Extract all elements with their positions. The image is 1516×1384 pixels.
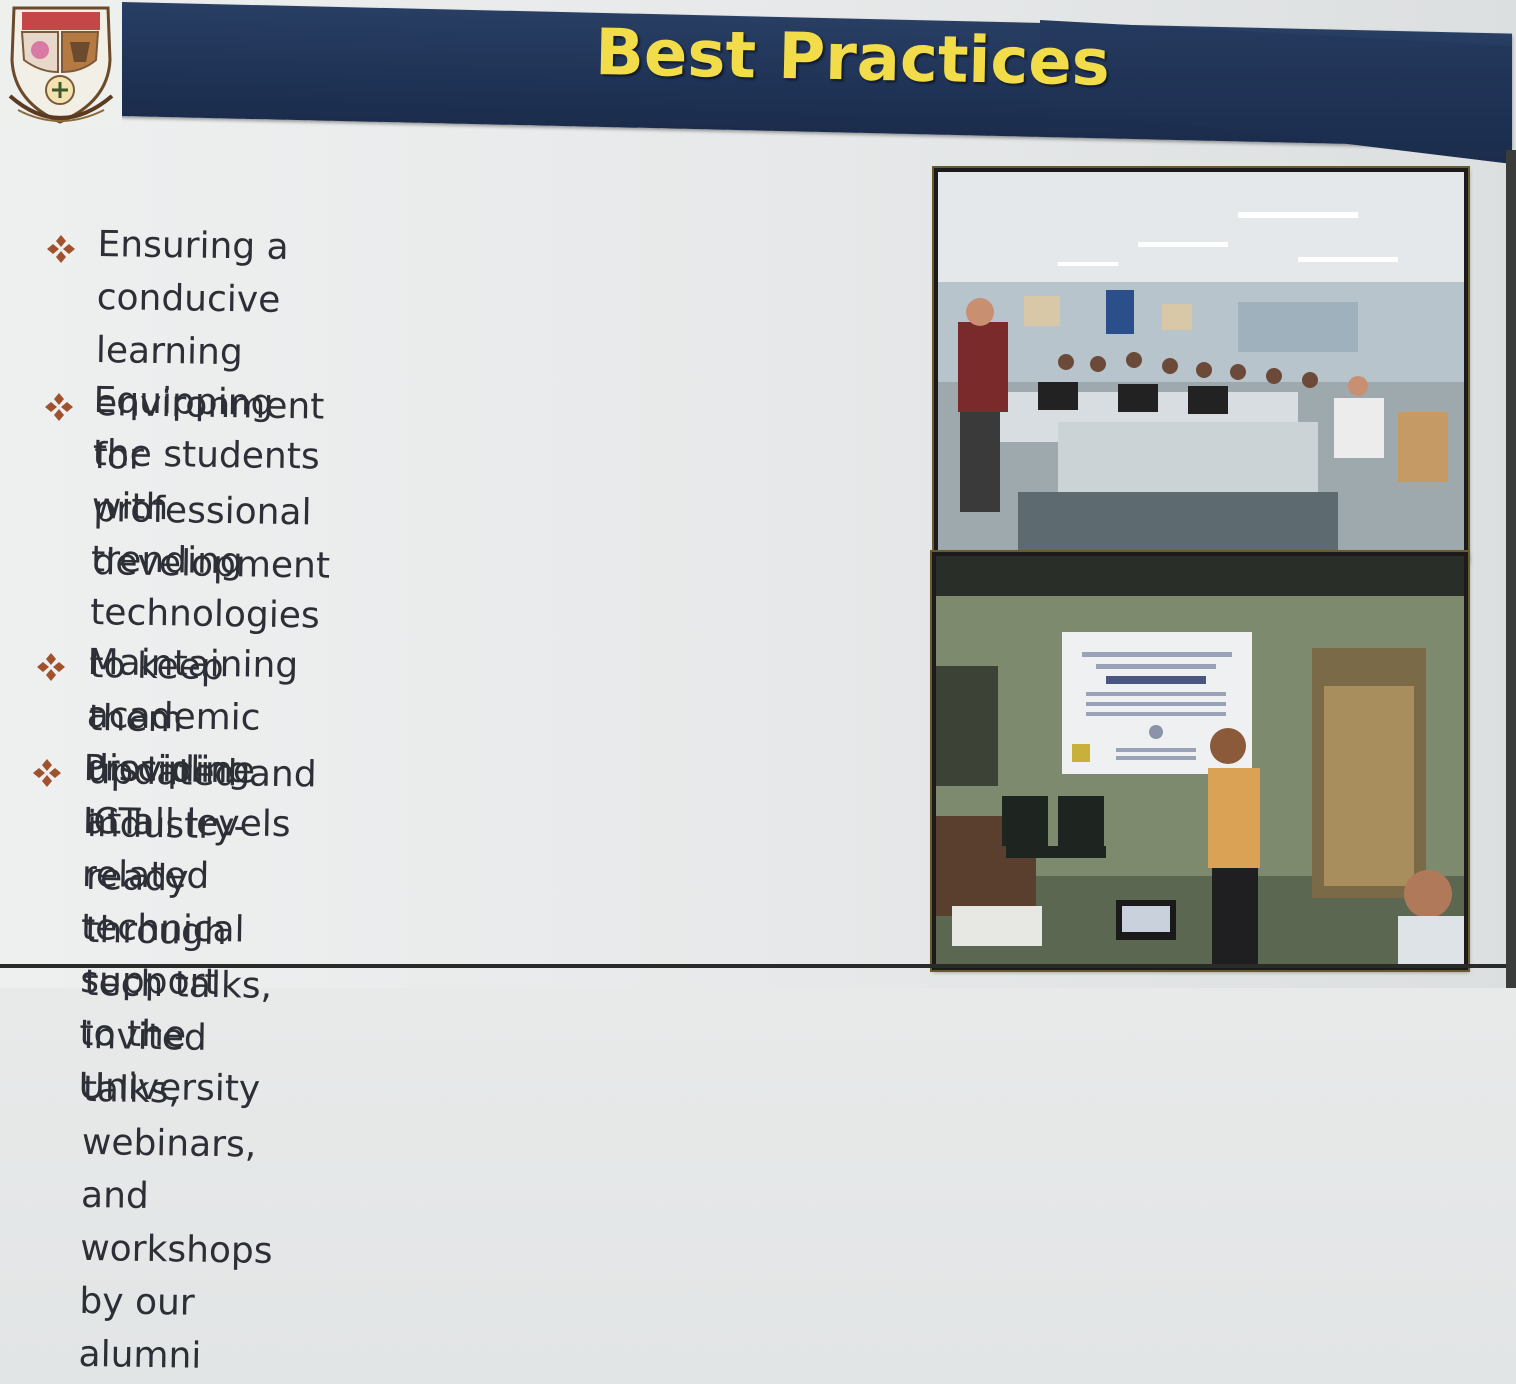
- right-edge-border: [1506, 150, 1516, 988]
- computer-lab-session-photo: [934, 168, 1468, 562]
- seminar-photo-illustration: [936, 556, 1464, 966]
- bullet-line: Equipping the students with trending: [90, 379, 320, 583]
- four-diamond-bullet-icon: [33, 759, 61, 787]
- seminar-presentation-photo: [932, 552, 1468, 970]
- bullet-line: University: [78, 1065, 261, 1110]
- four-diamond-bullet-icon: [37, 653, 65, 681]
- bullet-line: Providing ICT related technical support …: [79, 747, 251, 1056]
- page-title: Best Practices: [594, 16, 1111, 101]
- list-item: Providing ICT related technical support …: [78, 742, 265, 1116]
- university-emblem-icon: [0, 0, 122, 126]
- four-diamond-bullet-icon: [45, 393, 73, 421]
- four-diamond-bullet-icon: [47, 235, 75, 263]
- bottom-border: [0, 964, 1516, 968]
- lab-photo-illustration: [938, 172, 1464, 558]
